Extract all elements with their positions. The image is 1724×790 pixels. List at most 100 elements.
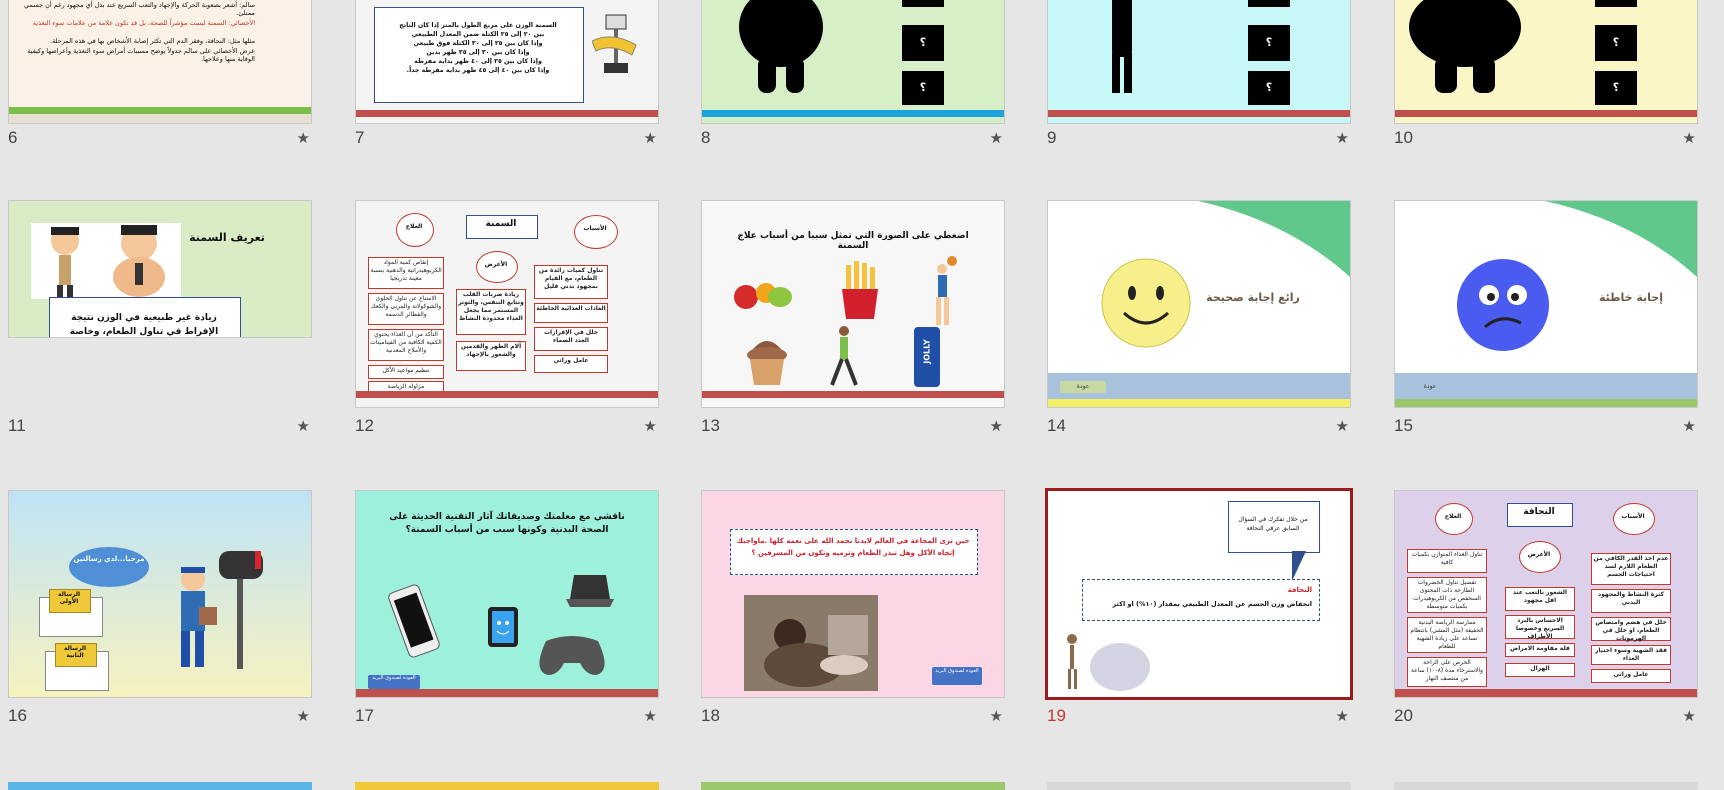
runner-icon[interactable] [824,325,864,391]
slide-20-canvas[interactable]: النحافة الأسباب العلاج الأعرض عدم اخذ ال… [1394,490,1698,698]
star-icon[interactable]: ★ [990,707,1003,725]
question-box-1[interactable]: ؟ [1595,0,1637,7]
slide-7-line: وإذا كان بين ٢٥ إلى ٣٠ الكتلة فوق طبيعي [413,40,543,47]
slide-thumbnail-8[interactable]: ؟ ؟ ؟ 8 ★ [701,0,1005,147]
slide-13-canvas[interactable]: اضغطي على الصورة التي تمثل سببا من أسباب… [701,200,1005,408]
slide-thumbnail-18[interactable]: حين ترى المجاعة في العالم لابدنا نحمد ال… [701,490,1005,725]
question-box-2[interactable]: ؟ [902,25,944,61]
slide-thumbnail-17[interactable]: ناقشي مع معلمتك وصديقاتك آثار التقنية ال… [355,490,659,725]
back-to-mailbox-button[interactable]: العودة لصندوق البريد [932,667,982,685]
question-box-3[interactable]: ؟ [1248,71,1290,105]
symptom-item: آلام الظهر والقدمين والشعور بالإجهاد [456,341,526,371]
slide-thumbnail-14[interactable]: رائع إجابة صحيحة عودة 14 ★ [1047,200,1351,435]
slide-17-canvas[interactable]: ناقشي مع معلمتك وصديقاتك آثار التقنية ال… [355,490,659,698]
slide-25-peek[interactable] [1394,782,1698,790]
star-icon[interactable]: ★ [1683,417,1696,435]
slide-thumbnail-20[interactable]: النحافة الأسباب العلاج الأعرض عدم اخذ ال… [1394,490,1698,725]
slide-21-peek[interactable] [8,782,312,790]
slide-thumbnail-12[interactable]: السمنة الأسباب العلاج الأعرض تناول كميات… [355,200,659,435]
slide-15-canvas[interactable]: إجابة خاطئة عودة [1394,200,1698,408]
star-icon[interactable]: ★ [644,129,657,147]
slide-24-peek[interactable] [1047,782,1351,790]
slide-9-canvas[interactable]: ؟ ؟ ؟ [1047,0,1351,124]
star-icon[interactable]: ★ [1336,417,1349,435]
cause-item: خلل في الإفرازات الغدد الصماء [534,327,608,351]
treatment-item: التأكد من أن الغذاء يحتوي الكمية الكافية… [368,329,444,361]
slide-11-definition-text: زيادة غير طبيعية في الوزن نتيجة الإفراط … [69,313,219,337]
slide-8-callout-tail [978,0,990,1]
slide-thumbnail-15[interactable]: إجابة خاطئة عودة 15 ★ [1394,200,1698,435]
question-box-3[interactable]: ؟ [902,71,944,105]
slide-thumbnail-10[interactable]: ؟ ؟ ؟ 10 ★ [1394,0,1698,147]
star-icon[interactable]: ★ [644,707,657,725]
fries-icon[interactable] [838,261,882,321]
fruits-icon[interactable] [732,271,794,315]
slide-23-peek[interactable] [701,782,1005,790]
slide-thumbnail-9[interactable]: ؟ ؟ ؟ 9 ★ [1047,0,1351,147]
slide-number: 18 [701,706,720,725]
star-icon[interactable]: ★ [297,707,310,725]
slide-18-canvas[interactable]: حين ترى المجاعة في العالم لابدنا نحمد ال… [701,490,1005,698]
thin-person-illustration [1067,634,1150,691]
slide-thumbnail-13[interactable]: اضغطي على الصورة التي تمثل سببا من أسباب… [701,200,1005,435]
slide-7-canvas[interactable]: السمنة الوزن على مربع الطول بالمتر إذا ك… [355,0,659,124]
slide-number: 15 [1394,416,1413,435]
slide-10-bottom-bar [1395,110,1697,117]
game-controller-icon [539,636,605,675]
back-button[interactable]: عودة [1407,381,1453,393]
star-icon[interactable]: ★ [990,129,1003,147]
question-box-1[interactable]: ؟ [1248,0,1290,7]
slide-22-peek[interactable] [355,782,659,790]
slide-thumbnail-19[interactable]: من خلال تفكرك في السؤال السابق عرفي النح… [1045,488,1353,725]
slide-6-canvas[interactable]: سالم: أشعر بصعوبة الحركة والإجهاد والتعب… [8,0,312,124]
slide-16-canvas[interactable]: مرحبا...لدي رسالتين الرسالة الأولى الرسا… [8,490,312,698]
slide-12-bottom-bar [356,391,658,398]
slide-19-body: انخفاض وزن الجسم عن المعدل الطبيعي بمقدا… [1112,600,1312,608]
slide-6-text-3: مثلها مثل: النحافة، وفقر الدم التي تكثر … [50,37,255,45]
slide-thumbnail-7[interactable]: السمنة الوزن على مربع الطول بالمتر إذا ك… [355,0,659,147]
slide-number: 12 [355,416,374,435]
question-box-3[interactable]: ؟ [1595,71,1637,105]
slide-thumbnail-6[interactable]: سالم: أشعر بصعوبة الحركة والإجهاد والتعب… [8,0,312,147]
symptom-item: الاحساس بالبرد السريع وخصوصا الأطراف [1505,615,1575,640]
slide-10-canvas[interactable]: ؟ ؟ ؟ [1394,0,1698,124]
basketball-player-icon[interactable] [926,255,962,329]
back-button[interactable]: عودة [1060,381,1106,393]
letter-2-label: الرسالة الثانية [63,645,87,659]
cause-item: عامل وراثي [534,355,608,373]
slide-14-canvas[interactable]: رائع إجابة صحيحة عودة [1047,200,1351,408]
speech-bubble-text: مرحبا...لدي رسالتين [73,555,145,563]
cause-item: عدم اخذ القدر الكافي من الطعام اللازم لس… [1591,553,1671,585]
treatment-item: تنظيم مواعيد الأكل [368,365,444,379]
laptop-icon [566,575,614,607]
slide-thumbnail-11[interactable]: تعريف السمنة زيادة غير طبيعية في الوزن ن… [8,200,312,435]
star-icon[interactable]: ★ [990,417,1003,435]
slide-11-title: تعريف السمنة [189,231,265,244]
thin-silhouette-icon [1112,0,1132,93]
star-icon[interactable]: ★ [297,129,310,147]
slide-11-canvas[interactable]: تعريف السمنة زيادة غير طبيعية في الوزن ن… [8,200,312,338]
slide-number: 11 [8,416,26,435]
correct-answer-text: رائع إجابة صحيحة [1206,291,1300,304]
star-icon[interactable]: ★ [1683,707,1696,725]
question-box-1[interactable]: ؟ [902,0,944,7]
cause-item: تناول كميات زائدة من الطعام، مع القيام ب… [534,265,608,299]
question-box-2[interactable]: ؟ [1595,25,1637,61]
slide-12-canvas[interactable]: السمنة الأسباب العلاج الأعرض تناول كميات… [355,200,659,408]
speech-bubble [69,547,149,587]
slide-7-line: وإذا كان بين ٣٠ إلى ٣٥ ظهر بدين [426,49,530,56]
back-to-mailbox-button[interactable]: العودة لصندوق البريد [368,675,420,689]
slide-8-canvas[interactable]: ؟ ؟ ؟ [701,0,1005,124]
star-icon[interactable]: ★ [1336,129,1349,147]
star-icon[interactable]: ★ [1683,129,1696,147]
slide-19-canvas[interactable]: من خلال تفكرك في السؤال السابق عرفي النح… [1045,488,1353,700]
slide-thumbnail-16[interactable]: مرحبا...لدي رسالتين الرسالة الأولى الرسا… [8,490,312,725]
slide-15-green-bar [1395,399,1697,407]
star-icon[interactable]: ★ [297,417,310,435]
question-box-2[interactable]: ؟ [1248,25,1290,61]
slide-sorter-grid: سالم: أشعر بصعوبة الحركة والإجهاد والتعب… [0,0,1724,790]
cupcake-icon[interactable] [742,329,792,387]
star-icon[interactable]: ★ [644,417,657,435]
star-icon[interactable]: ★ [1336,707,1349,725]
slide-6-bottom-bar-2 [9,114,311,123]
